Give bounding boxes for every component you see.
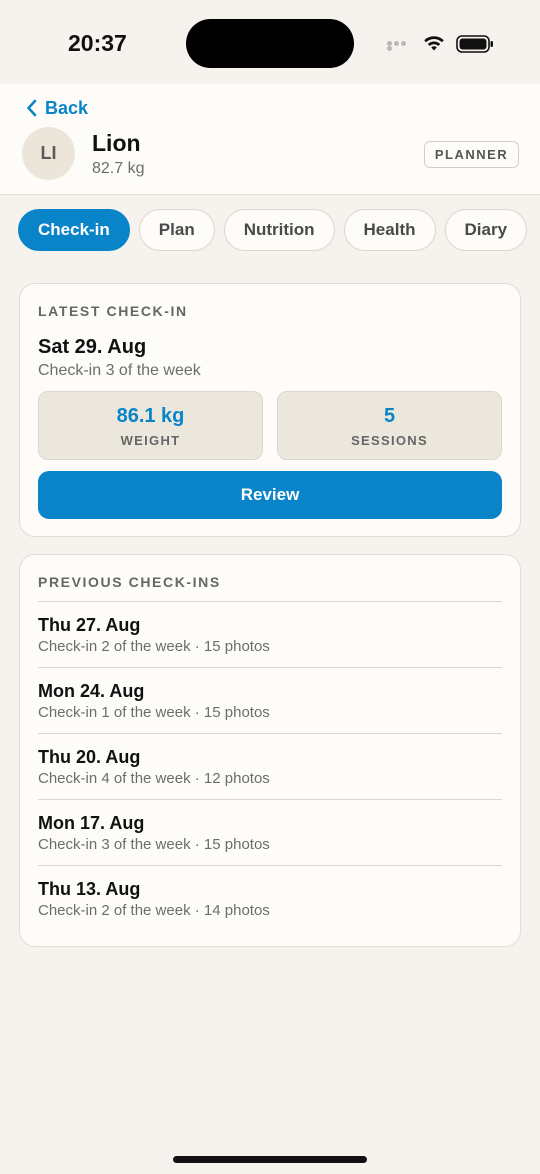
list-item[interactable]: Mon 24. Aug Check-in 1 of the week · 15 … [38,668,502,734]
list-item[interactable]: Thu 20. Aug Check-in 4 of the week · 12 … [38,734,502,800]
avatar: LI [22,127,75,180]
check-in-date: Mon 24. Aug [38,681,145,701]
tab-bar: Check-in Plan Nutrition Health Diary [18,209,540,251]
tab-plan[interactable]: Plan [138,209,215,251]
sessions-label: SESSIONS [351,433,428,448]
battery-icon [456,35,493,53]
section-label: PREVIOUS CHECK-INS [38,574,221,590]
dynamic-island [186,19,354,68]
client-header: Back LI Lion 82.7 kg PLANNER [0,84,540,195]
list-item[interactable]: Thu 13. Aug Check-in 2 of the week · 14 … [38,866,502,932]
check-in-meta: Check-in 1 of the week · 15 photos [38,704,270,721]
sessions-value: 5 [383,405,396,427]
list-item[interactable]: Thu 27. Aug Check-in 2 of the week · 15 … [38,602,502,668]
client-name: Lion [92,130,141,156]
status-bar: 20:37 [0,0,540,84]
home-indicator[interactable] [173,1156,367,1163]
role-badge: PLANNER [424,141,519,168]
previous-check-ins-card: PREVIOUS CHECK-INS Thu 27. Aug Check-in … [19,554,521,947]
check-in-date: Thu 13. Aug [38,879,141,899]
check-in-date: Mon 17. Aug [38,813,145,833]
check-in-meta: Check-in 4 of the week · 12 photos [38,770,270,787]
review-button[interactable]: Review [38,471,502,519]
check-in-date: Thu 20. Aug [38,747,141,767]
weight-label: WEIGHT [120,433,181,448]
latest-check-in-card: LATEST CHECK-IN Sat 29. Aug Check-in 3 o… [19,283,521,537]
latest-check-in-subtitle: Check-in 3 of the week [38,362,201,379]
section-label: LATEST CHECK-IN [38,303,188,319]
tab-check-in[interactable]: Check-in [18,209,130,251]
sessions-stat: 5 SESSIONS [277,391,502,460]
tab-health[interactable]: Health [343,209,436,251]
check-in-meta: Check-in 2 of the week · 14 photos [38,902,270,919]
check-in-meta: Check-in 3 of the week · 15 photos [38,836,270,853]
back-label: Back [45,97,89,118]
check-in-date: Thu 27. Aug [38,615,141,635]
status-time: 20:37 [68,30,127,56]
weight-stat: 86.1 kg WEIGHT [38,391,263,460]
list-item[interactable]: Mon 17. Aug Check-in 3 of the week · 15 … [38,800,502,866]
wifi-icon [424,36,444,51]
back-button[interactable]: Back [26,96,88,120]
tab-nutrition[interactable]: Nutrition [223,209,335,251]
latest-check-in-date: Sat 29. Aug [38,336,147,358]
client-weight: 82.7 kg [92,160,145,177]
weight-value: 86.1 kg [116,405,185,427]
check-in-list: Thu 27. Aug Check-in 2 of the week · 15 … [38,601,502,932]
chevron-left-icon [27,99,37,117]
signal-dots-icon [387,41,413,51]
check-in-meta: Check-in 2 of the week · 15 photos [38,638,270,655]
tab-diary[interactable]: Diary [444,209,528,251]
